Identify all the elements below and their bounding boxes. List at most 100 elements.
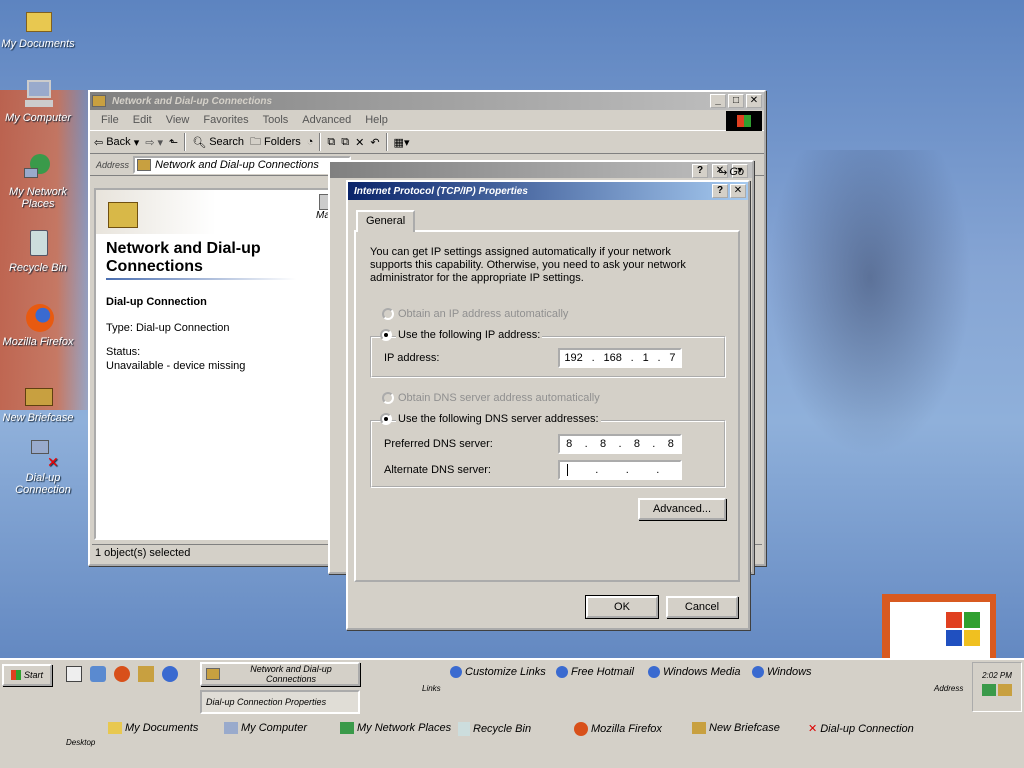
- desktop-toolbar-label: Desktop: [66, 738, 96, 747]
- maximize-button[interactable]: □: [728, 94, 744, 108]
- window-icon: [92, 95, 106, 107]
- firefox-icon: [22, 302, 54, 334]
- ok-button[interactable]: OK: [585, 595, 659, 619]
- menu-favorites[interactable]: Favorites: [196, 114, 255, 126]
- desktop-bar-my-network-places[interactable]: My Network Places: [340, 722, 451, 734]
- desktop-icon-my-network-places[interactable]: My Network Places: [0, 152, 76, 210]
- link-windows[interactable]: Windows: [752, 666, 812, 678]
- status-bar-text: 1 object(s) selected: [95, 547, 191, 559]
- folder-icon: [22, 4, 54, 36]
- obtain-dns-radio[interactable]: [382, 392, 394, 404]
- desktop-icon-label: Mozilla Firefox: [2, 336, 74, 348]
- firefox-icon: [574, 722, 588, 736]
- menu-advanced[interactable]: Advanced: [295, 114, 358, 126]
- desktop-icon-recycle-bin[interactable]: Recycle Bin: [0, 228, 76, 274]
- taskbar-address-label: Address: [934, 684, 964, 693]
- edit-icon[interactable]: [66, 666, 82, 682]
- help-button[interactable]: ?: [692, 164, 708, 178]
- menu-file[interactable]: File: [94, 114, 126, 126]
- network-tray-icon[interactable]: [982, 684, 996, 696]
- computer-icon: [224, 722, 238, 734]
- use-ip-label: Use the following IP address:: [396, 329, 543, 341]
- advanced-button[interactable]: Advanced...: [638, 498, 726, 520]
- alternate-dns-field[interactable]: ...: [558, 460, 682, 480]
- desktop-bar-my-computer[interactable]: My Computer: [224, 722, 307, 734]
- desktop-icon-mozilla-firefox[interactable]: Mozilla Firefox: [0, 302, 76, 348]
- explorer-titlebar: Network and Dial-up Connections _ □ ✕: [90, 92, 764, 110]
- views-button[interactable]: ▦▾: [394, 136, 410, 149]
- tab-general[interactable]: General: [356, 210, 416, 232]
- quick-launch: [66, 666, 178, 682]
- panel-title: Network and Dial-up Connections: [106, 240, 261, 275]
- folders-button[interactable]: 🗀 Folders: [250, 133, 301, 152]
- obtain-ip-label: Obtain an IP address automatically: [398, 308, 569, 320]
- desktop-icon-my-documents[interactable]: My Documents: [0, 4, 76, 50]
- windows-logo-tile: [882, 594, 996, 658]
- copy-to-icon[interactable]: ⧉: [341, 136, 349, 149]
- ie-link-icon: [450, 666, 462, 678]
- menu-tools[interactable]: Tools: [256, 114, 296, 126]
- search-button[interactable]: 🔍︎ Search: [192, 136, 244, 149]
- taskbar: Start Network and Dial-up Connections Di…: [0, 658, 1024, 768]
- link-windows-media[interactable]: Windows Media: [648, 666, 741, 678]
- minimize-button[interactable]: _: [710, 94, 726, 108]
- computer-icon: [22, 78, 54, 110]
- go-button[interactable]: ↪ Go: [718, 166, 744, 179]
- forward-button[interactable]: ⇨ ▾: [145, 136, 163, 149]
- menu-edit[interactable]: Edit: [126, 114, 159, 126]
- dial-up-properties-titlebar: [330, 162, 752, 178]
- cancel-button[interactable]: Cancel: [666, 596, 738, 618]
- briefcase-icon[interactable]: [138, 666, 154, 682]
- desktop-bar-dial-up-connection[interactable]: ✕ Dial-up Connection: [808, 722, 914, 736]
- close-button[interactable]: ✕: [746, 94, 762, 108]
- firefox-icon[interactable]: [114, 666, 130, 682]
- history-icon[interactable]: ◔: [307, 136, 314, 148]
- back-button[interactable]: ⇦ Back ▾: [94, 136, 139, 149]
- address-input[interactable]: Network and Dial-up Connections: [133, 155, 352, 174]
- link-customize-links[interactable]: Customize Links: [450, 666, 546, 678]
- clock[interactable]: 2:02 PM: [973, 671, 1021, 680]
- task-network-connections[interactable]: Network and Dial-up Connections: [200, 662, 360, 686]
- briefcase-icon: [22, 378, 54, 410]
- network-folder-large-icon: [108, 202, 138, 228]
- menu-help[interactable]: Help: [358, 114, 395, 126]
- ie-link-icon: [556, 666, 568, 678]
- link-free-hotmail[interactable]: Free Hotmail: [556, 666, 634, 678]
- use-ip-radio[interactable]: [380, 329, 392, 341]
- menu-bar: File Edit View Favorites Tools Advanced …: [90, 110, 764, 131]
- desktop-icon-label: Recycle Bin: [8, 262, 68, 274]
- help-button[interactable]: ?: [712, 184, 728, 198]
- desktop-bar-my-documents[interactable]: My Documents: [108, 722, 198, 734]
- desktop-bar-mozilla-firefox[interactable]: Mozilla Firefox: [574, 722, 662, 736]
- desktop-icon-new-briefcase[interactable]: New Briefcase: [0, 378, 76, 424]
- windows-throbber-icon: [726, 111, 762, 131]
- close-button[interactable]: ✕: [730, 184, 746, 198]
- ip-address-field[interactable]: 192. 168. 1. 7: [558, 348, 682, 368]
- window-title: Network and Dial-up Connections: [112, 95, 273, 107]
- start-button[interactable]: Start: [2, 664, 52, 686]
- address-label: Address: [96, 159, 130, 170]
- task-dial-up-properties[interactable]: Dial-up Connection Properties: [200, 690, 360, 714]
- status-value: Unavailable - device missing: [106, 360, 246, 372]
- menu-view[interactable]: View: [159, 114, 197, 126]
- desktop-bar-new-briefcase[interactable]: New Briefcase: [692, 722, 780, 734]
- move-to-icon[interactable]: ⧉: [327, 136, 335, 149]
- obtain-ip-radio[interactable]: [382, 308, 394, 320]
- network-icon: [22, 152, 54, 184]
- preferred-dns-field[interactable]: 8.8.8.8: [558, 434, 682, 454]
- intro-text: You can get IP settings assigned automat…: [370, 246, 686, 284]
- desktop-icon-label: My Documents: [1, 38, 75, 50]
- volume-tray-icon[interactable]: [998, 684, 1012, 696]
- tab-panel: You can get IP settings assigned automat…: [354, 230, 740, 582]
- ie-link-icon: [648, 666, 660, 678]
- undo-icon[interactable]: ↶: [370, 136, 379, 149]
- desktop-icon-dial-up-connection[interactable]: ✕ Dial-up Connection: [5, 438, 81, 496]
- ie-icon[interactable]: [162, 666, 178, 682]
- up-folder-icon[interactable]: ⬑: [169, 136, 178, 149]
- desktop-bar-recycle-bin[interactable]: Recycle Bin: [458, 722, 531, 736]
- desktop-icon-label: Dial-up Connection: [15, 472, 71, 496]
- outlook-icon[interactable]: [90, 666, 106, 682]
- use-dns-radio[interactable]: [380, 413, 392, 425]
- delete-icon[interactable]: ✕: [355, 136, 364, 149]
- desktop-icon-my-computer[interactable]: My Computer: [0, 78, 76, 124]
